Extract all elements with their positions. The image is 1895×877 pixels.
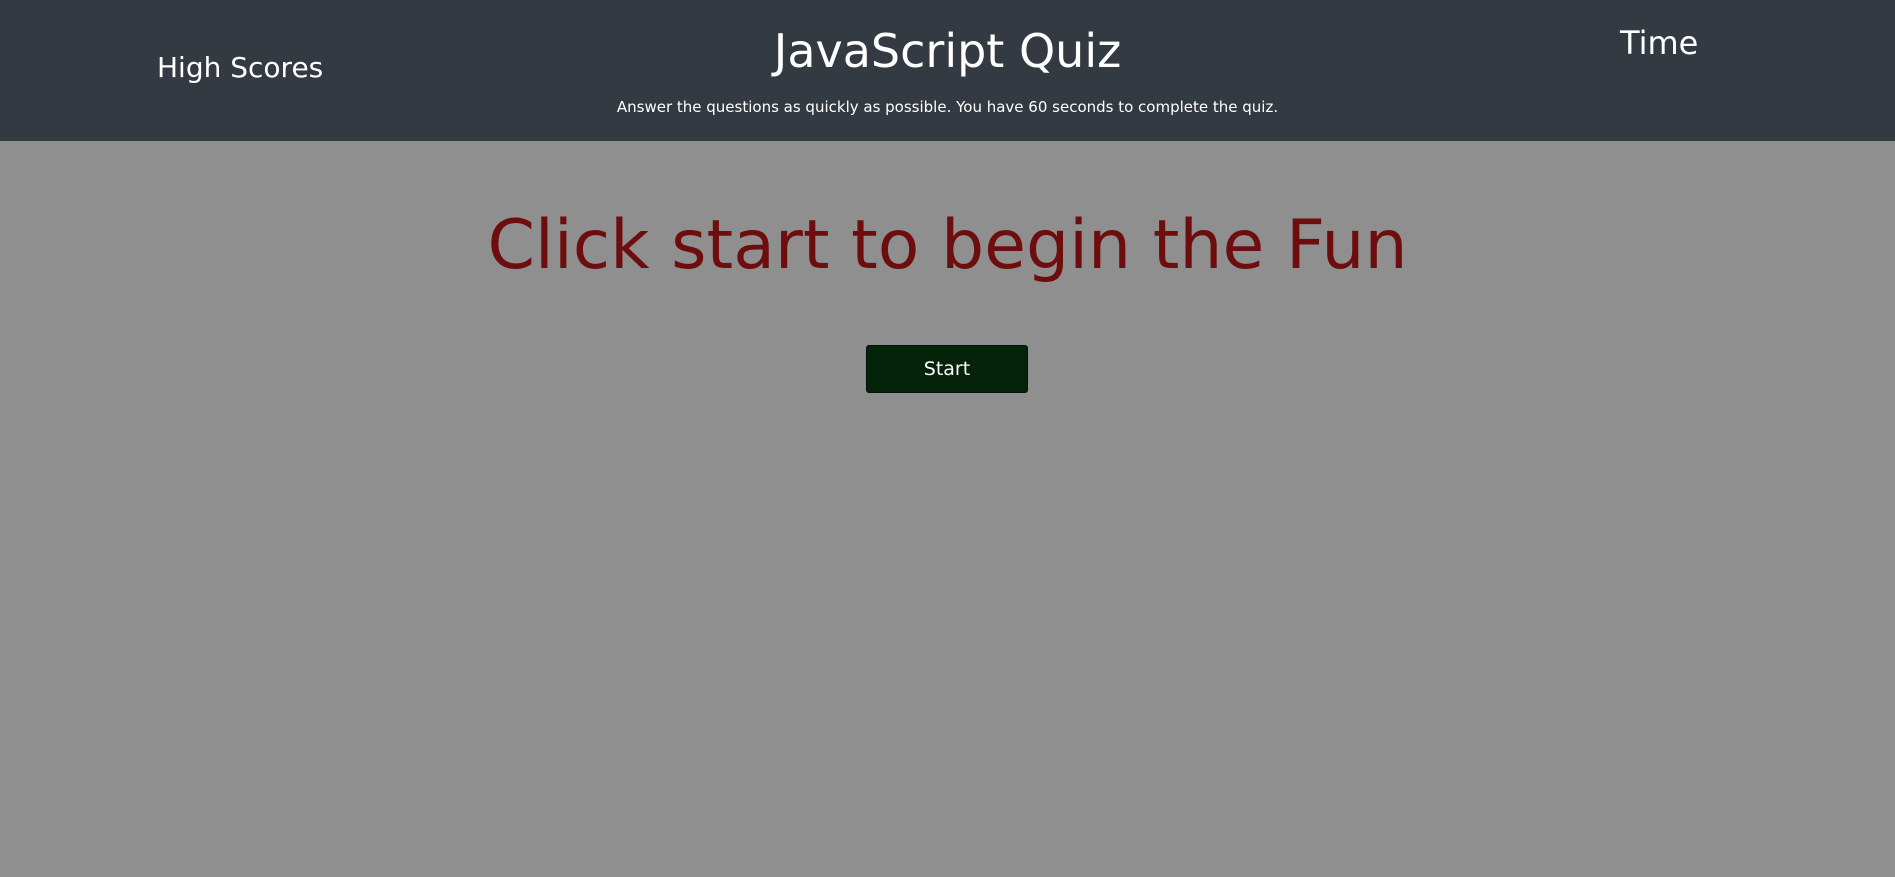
- start-button[interactable]: Start: [866, 345, 1028, 393]
- page-header: High Scores JavaScript Quiz Answer the q…: [0, 0, 1895, 141]
- quiz-instructions: Answer the questions as quickly as possi…: [616, 98, 1279, 116]
- start-prompt-heading: Click start to begin the Fun: [487, 206, 1408, 285]
- main-content: Click start to begin the Fun Start: [0, 141, 1895, 877]
- time-label: Time: [1620, 24, 1699, 62]
- page-title: JavaScript Quiz: [773, 24, 1122, 78]
